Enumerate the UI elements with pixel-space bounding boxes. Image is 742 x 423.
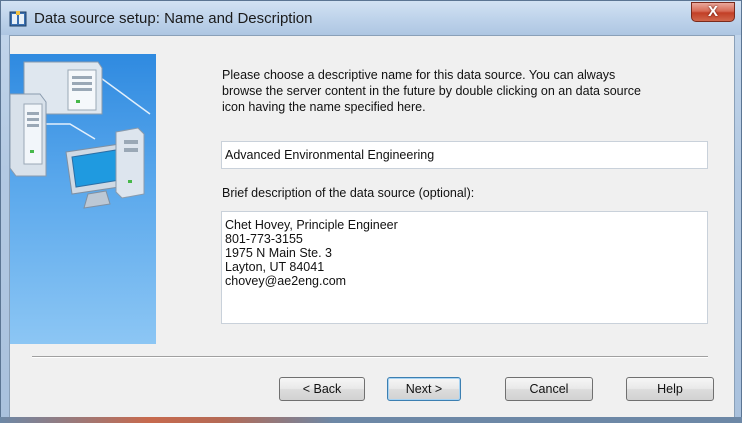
title-bar[interactable]: Data source setup: Name and Description … [1,1,741,35]
data-source-wizard-icon [9,11,27,27]
intro-line: browse the server content in the future … [222,84,642,98]
description-line: Layton, UT 84041 [225,260,325,274]
help-button[interactable]: Help [626,377,714,401]
next-button[interactable]: Next > [387,377,461,401]
close-button[interactable]: X [691,2,735,22]
window-title: Data source setup: Name and Description [34,10,313,27]
dialog-body: Please choose a descriptive name for thi… [9,35,735,418]
back-button[interactable]: < Back [279,377,365,401]
data-source-name-input[interactable]: Advanced Environmental Engineering [221,141,708,169]
intro-line: Please choose a descriptive name for thi… [222,68,616,82]
intro-instructions: Please choose a descriptive name for thi… [222,67,692,115]
description-line: Chet Hovey, Principle Engineer [225,218,398,232]
side-illustration-panel [9,54,156,344]
description-line: 801-773-3155 [225,232,303,246]
description-textarea[interactable]: Chet Hovey, Principle Engineer 801-773-3… [221,211,708,324]
intro-line: icon having the name specified here. [222,100,426,114]
description-line: chovey@ae2eng.com [225,274,347,288]
description-label: Brief description of the data source (op… [222,186,475,200]
servers-network-illustration [9,61,151,209]
button-separator [32,356,708,358]
wizard-window: Data source setup: Name and Description … [0,0,742,423]
background-taskbar-edge [0,417,742,423]
description-line: 1975 N Main Ste. 3 [225,246,333,260]
cancel-button[interactable]: Cancel [505,377,593,401]
